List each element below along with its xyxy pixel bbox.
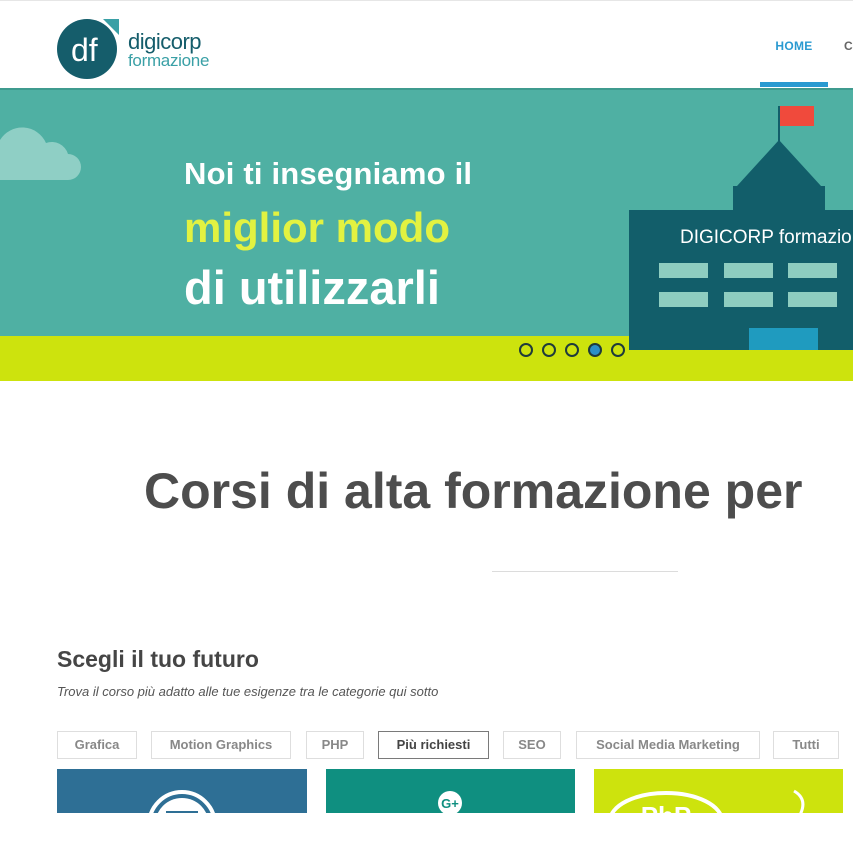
- slider-pagination: [519, 343, 625, 357]
- php-icon: PhP: [610, 789, 805, 813]
- slider-dot-1[interactable]: [519, 343, 533, 357]
- filter-tutti[interactable]: Tutti: [773, 731, 839, 759]
- filter-piu-richiesti[interactable]: Più richiesti: [378, 731, 489, 759]
- php-icon-label: PhP: [641, 801, 692, 813]
- section-description: Trova il corso più adatto alle tue esige…: [57, 684, 439, 699]
- filter-php[interactable]: PHP: [306, 731, 364, 759]
- nav-home-label: HOME: [775, 39, 813, 53]
- wordpress-icon: [149, 790, 215, 813]
- nav-item-next[interactable]: C: [844, 39, 853, 53]
- hero-headline-line2: miglior modo: [184, 204, 450, 251]
- filter-grafica[interactable]: Grafica: [57, 731, 137, 759]
- logo-line2: formazione: [128, 51, 210, 70]
- slider-dot-2[interactable]: [542, 343, 556, 357]
- hero-headline-line1: Noi ti insegniamo il: [184, 156, 473, 191]
- course-card-google-plus[interactable]: G+: [326, 769, 575, 813]
- site-header: df digicorp formazione HOME C: [0, 0, 853, 88]
- slider-dot-4[interactable]: [588, 343, 602, 357]
- logo-line1: digicorp: [128, 29, 202, 54]
- slider-dot-5[interactable]: [611, 343, 625, 357]
- nav-active-underline: [760, 82, 828, 87]
- filter-motion-graphics[interactable]: Motion Graphics: [151, 731, 291, 759]
- nav-item-home[interactable]: HOME: [760, 1, 828, 89]
- course-card-wordpress[interactable]: [57, 769, 307, 813]
- title-divider: [492, 571, 678, 572]
- hero-top-rule: [0, 88, 853, 90]
- cloud-icon: [0, 116, 82, 187]
- slider-dot-3[interactable]: [565, 343, 579, 357]
- filter-seo[interactable]: SEO: [503, 731, 561, 759]
- course-card-php[interactable]: PhP: [594, 769, 843, 813]
- hero-headline-line3: di utilizzarli: [184, 261, 440, 314]
- logo-mark-text: df: [71, 32, 98, 68]
- logo-text[interactable]: digicorp formazione: [128, 29, 210, 70]
- filter-social-media-marketing[interactable]: Social Media Marketing: [576, 731, 760, 759]
- logo-icon[interactable]: df: [57, 17, 119, 79]
- building-sign: DIGICORP formazio: [680, 227, 852, 248]
- google-plus-icon: G+: [438, 791, 462, 813]
- hero-slider: Noi ti insegniamo il miglior modo di uti…: [0, 88, 853, 381]
- course-cards: G+ PhP: [0, 769, 853, 813]
- page-title: Corsi di alta formazione per: [144, 463, 803, 519]
- google-plus-icon-label: G+: [441, 796, 459, 811]
- section-title: Scegli il tuo futuro: [57, 646, 259, 672]
